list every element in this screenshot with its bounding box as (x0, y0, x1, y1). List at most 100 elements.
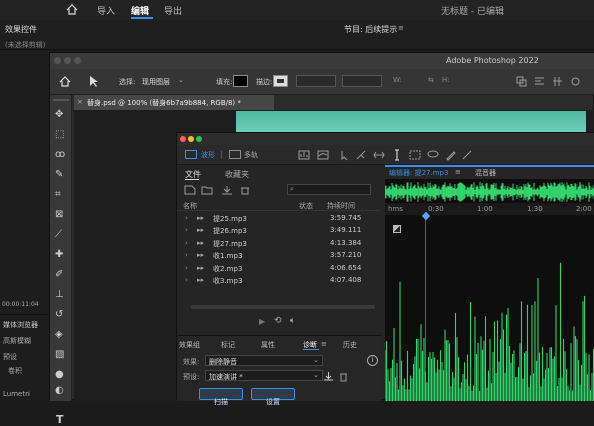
effect-dropdown[interactable]: 删除静音 ⌄ (205, 355, 323, 366)
file-row[interactable]: › ▸▸ 提26.mp3 3:49.111 (183, 226, 379, 238)
home-icon[interactable] (66, 4, 78, 15)
minimize-icon[interactable] (64, 57, 71, 64)
fill-swatch[interactable] (233, 75, 248, 87)
eyedropper-icon[interactable]: ⟋ (55, 229, 62, 240)
stroke-swatch[interactable] (273, 75, 288, 87)
lasso-selection-icon[interactable] (427, 149, 439, 161)
arrange-icon[interactable] (552, 76, 563, 87)
align-icon[interactable] (534, 76, 545, 87)
type-tool-icon[interactable]: T (56, 413, 64, 426)
multitrack-view-icon[interactable] (229, 150, 241, 159)
link-icon[interactable]: ⇆ (428, 76, 434, 84)
expand-arrow-icon[interactable]: › (185, 276, 188, 284)
tab-import[interactable]: 导入 (97, 4, 115, 17)
preset-dropdown[interactable]: 加速演讲 * ⌄ (205, 370, 323, 381)
new-file-icon[interactable] (184, 185, 196, 195)
quick-select-icon[interactable]: ✎ (55, 169, 63, 180)
file-row[interactable]: › ▸▸ 提25.mp3 3:59.745 (183, 214, 379, 226)
file-row[interactable]: › ▸▸ 提27.mp3 4:13.384 (183, 239, 379, 251)
minimize-icon[interactable] (188, 136, 194, 142)
loop-icon[interactable]: ⟲ (274, 316, 282, 326)
settings-button[interactable]: 设置 (251, 388, 295, 406)
view-tab-multitrack[interactable]: 多轨 (244, 150, 258, 160)
panel-menu-icon[interactable]: ≡ (455, 168, 461, 176)
eraser-tool-icon[interactable]: ◈ (55, 329, 63, 340)
expand-arrow-icon[interactable]: › (185, 264, 188, 272)
expand-arrow-icon[interactable]: › (185, 239, 188, 247)
media-browser-title[interactable]: 媒体浏览器 (3, 320, 38, 330)
expand-arrow-icon[interactable]: › (185, 214, 188, 222)
hud-icon[interactable] (393, 225, 401, 233)
path-ops-icon[interactable] (516, 76, 527, 87)
delete-icon[interactable] (239, 185, 251, 195)
clone-stamp-icon[interactable]: ⊥ (55, 289, 64, 300)
move-tool-icon[interactable] (339, 149, 351, 161)
program-monitor-title[interactable]: 节目: 后续提示 (344, 24, 397, 35)
lasso-tool-icon[interactable]: ꝏ (55, 149, 65, 160)
slip-tool-icon[interactable] (373, 149, 385, 161)
close-icon[interactable] (180, 136, 186, 142)
frame-tool-icon[interactable]: ⊠ (55, 209, 63, 220)
time-selection-icon[interactable] (391, 149, 403, 161)
save-preset-icon[interactable] (323, 371, 334, 382)
tab-edit[interactable]: 编辑 (131, 4, 149, 17)
panel-tab-favorites[interactable]: 收藏夹 (225, 169, 249, 180)
maximize-icon[interactable] (74, 57, 81, 64)
media-item[interactable]: 预设 (3, 352, 17, 362)
audition-titlebar[interactable] (177, 133, 594, 145)
blur-tool-icon[interactable]: ● (55, 369, 64, 380)
history-brush-icon[interactable]: ↺ (55, 309, 63, 320)
document-tab[interactable]: × 替身.psd @ 100% (替身6b7a9b884, RGB/8) * (74, 95, 274, 110)
expand-arrow-icon[interactable]: › (185, 251, 188, 259)
marquee-selection-icon[interactable] (409, 149, 421, 161)
media-item[interactable]: 高斯模糊 (3, 336, 31, 346)
effect-tab-markers[interactable]: 标记 (221, 340, 235, 350)
close-tab-icon[interactable]: × (77, 98, 83, 106)
import-icon[interactable] (221, 185, 233, 195)
effect-controls-title[interactable]: 效果控件 (5, 24, 37, 35)
crop-tool-icon[interactable]: ⌗ (55, 189, 61, 200)
editor-tab-title[interactable]: 编辑器: 提27.mp3 (389, 168, 448, 178)
home-icon[interactable] (59, 76, 71, 87)
media-item[interactable]: Lumetri (3, 390, 30, 398)
healing-brush-icon[interactable]: ✚ (55, 249, 63, 260)
play-icon[interactable]: ▶ (259, 317, 265, 326)
marquee-tool-icon[interactable]: ⬚ (55, 129, 64, 140)
file-search-input[interactable]: ⌕ (287, 184, 371, 195)
paintbrush-selection-icon[interactable] (445, 149, 457, 161)
time-ruler[interactable]: hms 0:30 1:00 1:30 2:00 (385, 203, 594, 215)
stroke-type-dropdown[interactable] (342, 75, 382, 87)
stroke-width-field[interactable] (296, 75, 336, 87)
horizontal-scrollbar[interactable] (191, 305, 375, 309)
photoshop-titlebar[interactable]: Adobe Photoshop 2022 (50, 53, 594, 69)
gradient-tool-icon[interactable]: ▧ (55, 349, 64, 360)
panel-menu-icon[interactable]: ≡ (321, 340, 327, 348)
speaker-icon[interactable]: 🔈︎ (290, 316, 295, 326)
effect-tab-effects-rack[interactable]: 效果组 (179, 340, 200, 350)
close-icon[interactable] (54, 57, 61, 64)
waveform-view-icon[interactable] (185, 150, 197, 159)
mixer-tab[interactable]: 混音器 (475, 168, 496, 178)
brush-tool-icon[interactable]: ✐ (55, 269, 63, 280)
maximize-icon[interactable] (196, 136, 202, 142)
view-tab-waveform[interactable]: 波形 (201, 150, 215, 160)
file-row[interactable]: › ▸▸ 收1.mp3 3:57.210 (183, 251, 379, 263)
razor-tool-icon[interactable] (355, 149, 367, 161)
chevron-down-icon[interactable]: ⌄ (178, 76, 184, 84)
dodge-tool-icon[interactable]: ◐ (55, 385, 64, 396)
pitch-display-icon[interactable] (317, 149, 329, 161)
delete-preset-icon[interactable] (338, 371, 349, 382)
height-field[interactable]: H: (442, 76, 450, 84)
expand-arrow-icon[interactable]: › (185, 226, 188, 234)
scan-button[interactable]: 扫描 (199, 388, 243, 406)
move-tool-icon[interactable] (88, 75, 100, 88)
spot-healing-icon[interactable] (461, 149, 473, 161)
overview-waveform[interactable] (385, 181, 594, 203)
tab-export[interactable]: 导出 (164, 4, 182, 17)
effect-tab-properties[interactable]: 属性 (261, 340, 275, 350)
file-row[interactable]: › ▸▸ 收2.mp3 4:06.654 (183, 264, 379, 276)
spectral-display-icon[interactable] (298, 149, 310, 161)
settings-icon[interactable] (570, 76, 581, 87)
open-folder-icon[interactable] (201, 185, 213, 195)
media-item[interactable]: 卷积 (8, 366, 22, 376)
